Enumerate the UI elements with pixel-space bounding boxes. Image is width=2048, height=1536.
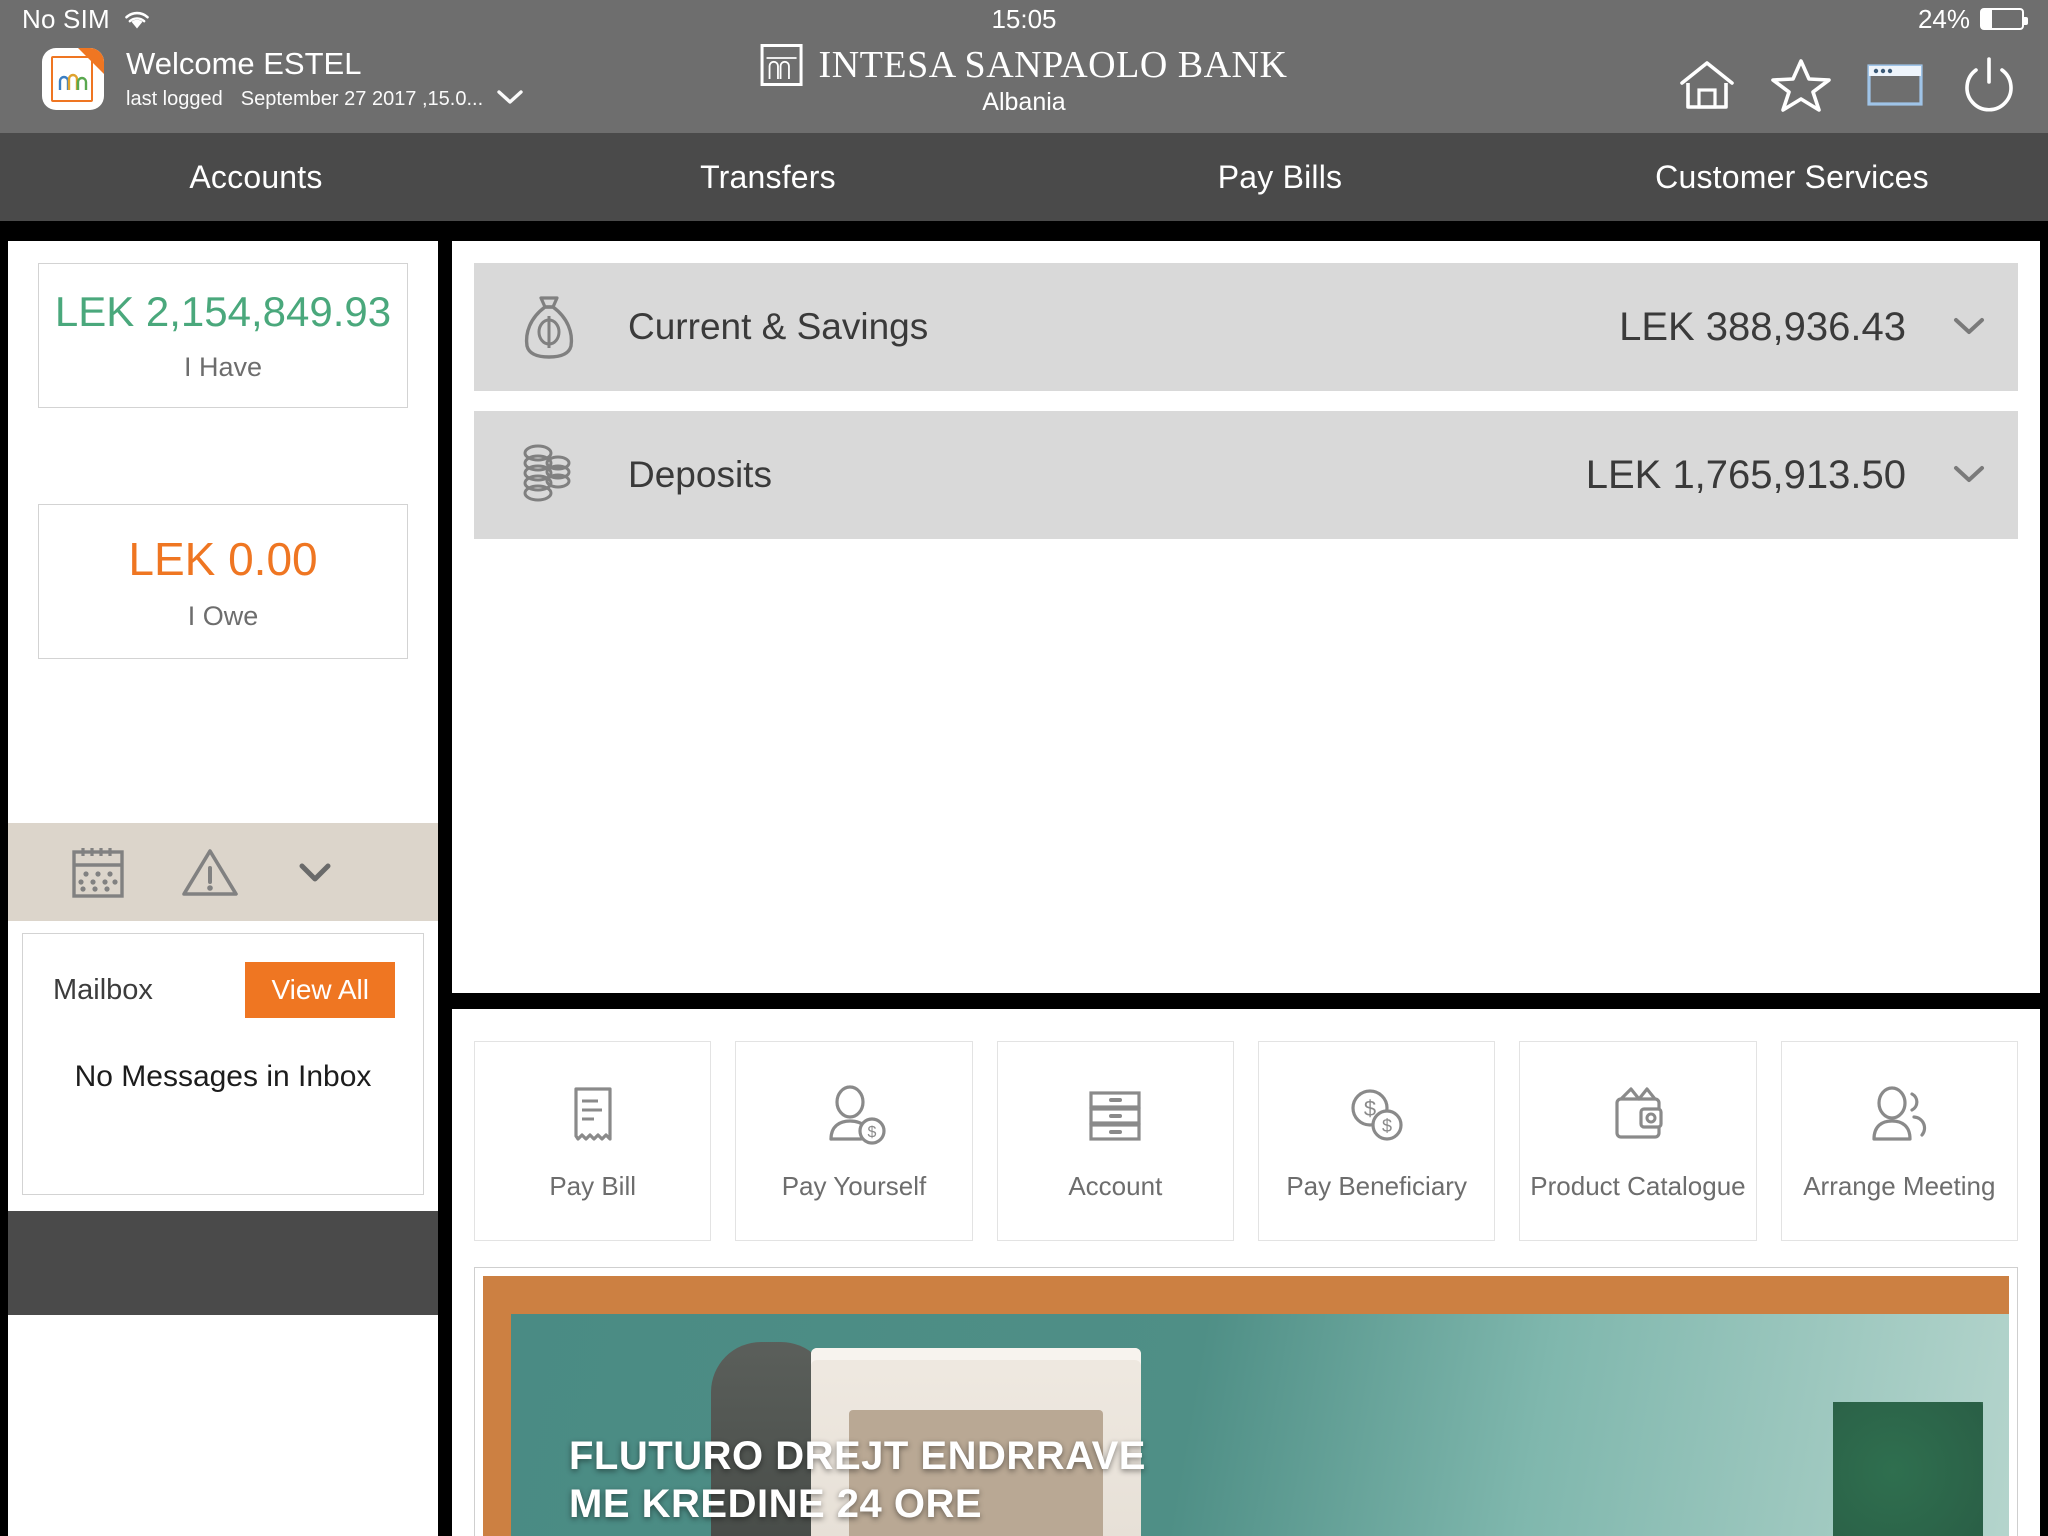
balance-label-owe: I Owe <box>187 601 259 632</box>
tile-label: Pay Yourself <box>781 1171 927 1202</box>
last-logged-label: last logged <box>126 88 223 111</box>
intesa-arches-icon <box>760 44 803 86</box>
account-amount: LEK 1,765,913.50 <box>1585 452 1906 497</box>
chevron-down-icon[interactable] <box>1946 450 1992 501</box>
tile-label: Arrange Meeting <box>1803 1171 1996 1202</box>
receipt-icon <box>556 1079 630 1153</box>
window-icon[interactable] <box>1862 52 1928 118</box>
nav-item-transfers[interactable]: Transfers <box>512 159 1024 196</box>
sidebar-bottom-area <box>8 1315 438 1536</box>
tile-label: Pay Beneficiary <box>1286 1171 1467 1202</box>
promo-banner-frame[interactable]: FLUTURO DREJT ENDRRAVE ME KREDINE 24 ORE <box>474 1267 2018 1536</box>
app-screen: No SIM 15:05 24% Welcome ESTEL last logg… <box>0 0 2048 1536</box>
coins-stack-icon <box>510 436 588 514</box>
tile-pay-yourself[interactable]: $ Pay Yourself <box>735 1041 973 1241</box>
balance-amount-have: LEK 2,154,849.93 <box>54 288 392 335</box>
promo-banner[interactable]: FLUTURO DREJT ENDRRAVE ME KREDINE 24 ORE <box>483 1276 2009 1536</box>
chevron-down-icon[interactable] <box>1946 302 1992 353</box>
money-bag-icon <box>510 288 588 366</box>
header-icon-group <box>1674 52 2022 118</box>
quick-actions-panel: Pay Bill $ Pay Yourself Account $ $ Pay … <box>452 1009 2040 1536</box>
tile-product-catalogue[interactable]: Product Catalogue <box>1519 1041 1757 1241</box>
banner-plant-decoration <box>1833 1402 1983 1536</box>
svg-text:$: $ <box>1382 1116 1392 1136</box>
last-logged-row[interactable]: last logged September 27 2017 ,15.0... <box>126 88 525 112</box>
account-row-deposits[interactable]: Deposits LEK 1,765,913.50 <box>474 411 2018 539</box>
tile-account[interactable]: Account <box>996 1041 1234 1241</box>
account-amount: LEK 388,936.43 <box>1619 304 1906 349</box>
battery-percent-label: 24% <box>1917 3 1970 34</box>
promo-banner-text: FLUTURO DREJT ENDRRAVE ME KREDINE 24 ORE <box>569 1432 1146 1528</box>
mailbox-title: Mailbox <box>53 973 153 1006</box>
app-header: Welcome ESTEL last logged September 27 2… <box>0 38 2048 133</box>
bank-brand: INTESA SANPAOLO BANK Albania <box>760 43 1288 117</box>
app-logo-icon <box>42 48 104 110</box>
notice-bar <box>8 823 438 921</box>
page-body: LEK 2,154,849.93 I Have LEK 0.00 I Owe M… <box>0 221 2048 1536</box>
person-dollar-icon: $ <box>817 1079 891 1153</box>
chevron-down-icon[interactable] <box>292 849 338 895</box>
promo-line-2: ME KREDINE 24 ORE <box>569 1482 983 1526</box>
account-name: Deposits <box>628 454 772 495</box>
status-right: 24% <box>1917 3 2028 35</box>
nav-item-customer-services[interactable]: Customer Services <box>1536 159 2048 196</box>
quick-action-tiles: Pay Bill $ Pay Yourself Account $ $ Pay … <box>452 1009 2040 1241</box>
coins-dollar-icon: $ $ <box>1340 1079 1414 1153</box>
user-text-block: Welcome ESTEL last logged September 27 2… <box>126 44 525 112</box>
account-row-current-savings[interactable]: Current & Savings LEK 388,936.43 <box>474 263 2018 391</box>
sidebar: LEK 2,154,849.93 I Have LEK 0.00 I Owe M… <box>8 241 438 1536</box>
brand-subtitle-label: Albania <box>982 88 1066 116</box>
battery-icon <box>1980 8 2028 30</box>
balance-card-owe[interactable]: LEK 0.00 I Owe <box>38 504 408 660</box>
accounts-panel: Current & Savings LEK 388,936.43 Deposit… <box>452 241 2040 993</box>
drawers-icon <box>1078 1079 1152 1153</box>
home-icon[interactable] <box>1674 52 1740 118</box>
tile-label: Pay Bill <box>549 1171 637 1202</box>
power-icon[interactable] <box>1956 52 2022 118</box>
welcome-label: Welcome ESTEL <box>126 46 362 81</box>
people-icon <box>1862 1079 1936 1153</box>
balance-label-have: I Have <box>183 352 263 383</box>
svg-text:$: $ <box>868 1124 877 1141</box>
brand-name-label: INTESA SANPAOLO BANK <box>818 44 1288 86</box>
view-all-button[interactable]: View All <box>245 962 395 1018</box>
nav-item-accounts[interactable]: Accounts <box>0 159 512 196</box>
mailbox-empty-message: No Messages in Inbox <box>74 1060 372 1093</box>
star-icon[interactable] <box>1768 52 1834 118</box>
balance-card-have[interactable]: LEK 2,154,849.93 I Have <box>38 263 408 409</box>
tile-pay-beneficiary[interactable]: $ $ Pay Beneficiary <box>1257 1041 1496 1241</box>
wallet-icon <box>1601 1079 1675 1153</box>
chevron-down-icon[interactable] <box>495 88 525 112</box>
brand-row: INTESA SANPAOLO BANK <box>760 43 1288 87</box>
tile-label: Account <box>1068 1171 1163 1202</box>
promo-line-1: FLUTURO DREJT ENDRRAVE <box>569 1434 1146 1478</box>
tile-arrange-meeting[interactable]: Arrange Meeting <box>1780 1041 2018 1241</box>
balance-amount-owe: LEK 0.00 <box>128 533 318 586</box>
user-profile-block[interactable]: Welcome ESTEL last logged September 27 2… <box>42 44 525 112</box>
tile-pay-bill[interactable]: Pay Bill <box>474 1041 712 1241</box>
main-navigation: Accounts Transfers Pay Bills Customer Se… <box>0 133 2048 221</box>
account-name: Current & Savings <box>628 306 929 347</box>
warning-icon[interactable] <box>180 842 240 902</box>
mailbox-header: Mailbox View All <box>23 934 423 1018</box>
nav-item-pay-bills[interactable]: Pay Bills <box>1024 159 1536 196</box>
sidebar-divider <box>8 1211 438 1315</box>
clock-label: 15:05 <box>991 3 1057 34</box>
mailbox-panel: Mailbox View All No Messages in Inbox <box>22 933 424 1195</box>
calendar-icon[interactable] <box>68 842 128 902</box>
last-logged-value: September 27 2017 ,15.0... <box>240 88 484 111</box>
tile-label: Product Catalogue <box>1530 1171 1746 1202</box>
promo-banner-scene: FLUTURO DREJT ENDRRAVE ME KREDINE 24 ORE <box>511 1314 2009 1536</box>
ios-status-bar: No SIM 15:05 24% <box>0 0 2048 38</box>
